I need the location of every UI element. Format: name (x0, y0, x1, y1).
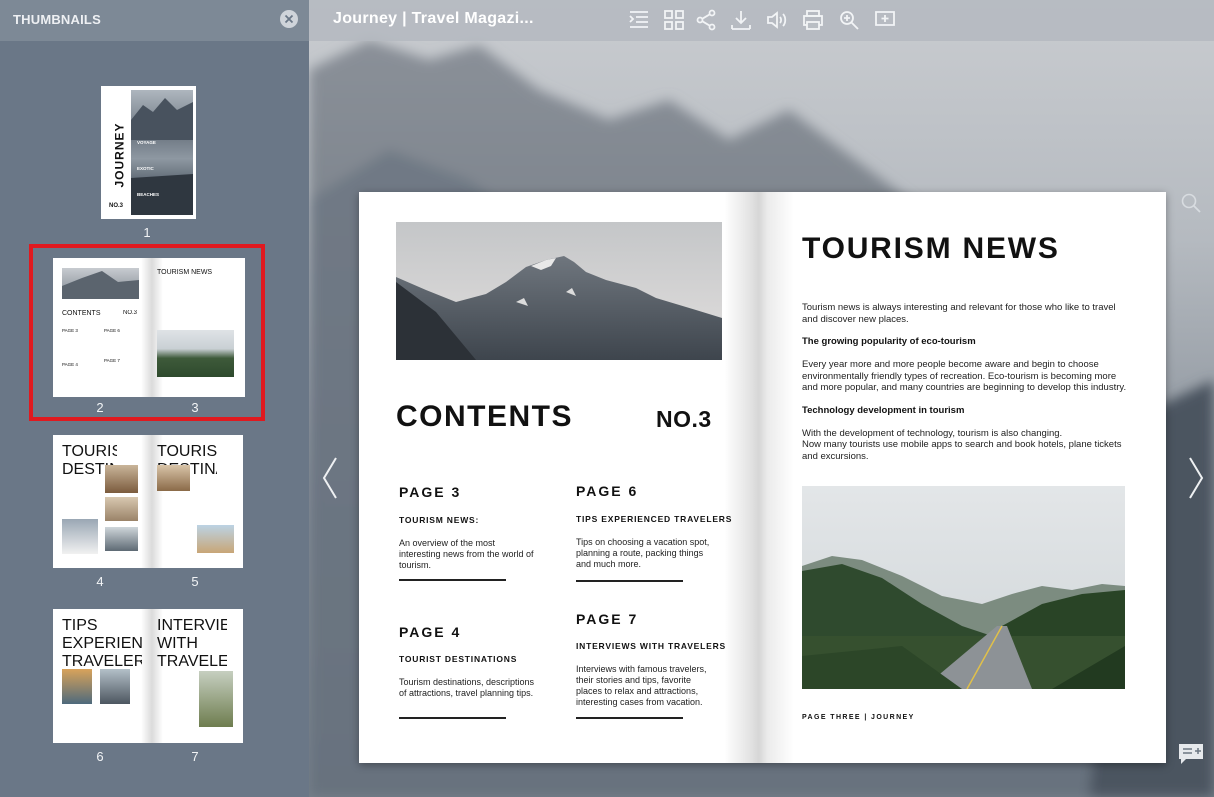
entry-heading: INTERVIEWS WITH TRAVELERS (576, 641, 727, 651)
thumb-photo (100, 669, 130, 704)
thumb-news-title: TOURISM NEWS (157, 269, 213, 276)
thumb-photo (62, 268, 139, 299)
thumbnail-label: 7 (191, 749, 199, 764)
thumbnail-label: 1 (143, 225, 151, 240)
sound-icon[interactable] (764, 7, 790, 33)
thumb-photo (157, 465, 190, 491)
close-icon[interactable] (280, 10, 298, 28)
entry-heading: TIPS EXPERIENCED TRAVELERS (576, 514, 733, 524)
section-heading: The growing popularity of eco-tourism (802, 336, 976, 347)
entry-description: Tips on choosing a vacation spot, planni… (576, 537, 710, 569)
contents-title: CONTENTS (396, 400, 573, 433)
share-icon[interactable] (693, 7, 719, 33)
magazine-spread: CONTENTS NO.3 PAGE 3 TOURISM NEWS: An ov… (359, 192, 1166, 763)
thumbnail-label: 5 (191, 574, 199, 589)
section-paragraph: Now many tourists use mobile apps to sea… (802, 439, 1122, 462)
entry-page-number: PAGE 3 (399, 484, 462, 500)
cover-section-label: EXOTIC (137, 166, 154, 171)
grid-icon[interactable] (661, 7, 687, 33)
thumb-heading: INTERVIEW WITH TRAVELERS (157, 617, 227, 670)
tourism-news-title: TOURISM NEWS (802, 232, 1060, 265)
thumb-photo (62, 669, 92, 704)
thumb-photo (197, 525, 234, 553)
cover-section-label: BEACHES (137, 192, 160, 197)
cover-photo: VOYAGE EXOTIC BEACHES (131, 90, 193, 215)
divider (399, 579, 506, 581)
thumb-photo (157, 330, 234, 377)
print-icon[interactable] (800, 7, 826, 33)
thumb-photo (105, 497, 138, 521)
table-of-contents-icon[interactable] (626, 7, 652, 33)
thumbnails-sidebar: THUMBNAILS JOURNEY NO.3 VOYAGE EXOTIC BE… (0, 0, 309, 797)
section-paragraph: Every year more and more people become a… (802, 359, 1127, 393)
thumb-photo (62, 519, 98, 554)
top-toolbar: Journey | Travel Magazi... (309, 0, 1214, 41)
document-title: Journey | Travel Magazi... (333, 10, 534, 27)
search-icon[interactable] (1180, 192, 1202, 219)
thumbnail-pages-6-7[interactable]: TIPS EXPERIENCED TRAVELERS INTERVIEW WIT… (53, 609, 243, 743)
thumb-no: NO.3 (123, 310, 138, 316)
entry-description: Interviews with famous travelers, their … (576, 664, 707, 707)
cover-no: NO.3 (109, 203, 124, 209)
page-footer: PAGE THREE | JOURNEY (802, 714, 915, 721)
previous-page-arrow-icon[interactable] (320, 456, 340, 500)
entry-heading: TOURIST DESTINATIONS (399, 654, 518, 664)
thumbnail-pages-2-3[interactable]: CONTENTS NO.3 PAGE 3 PAGE 6 PAGE 4 PAGE … (53, 258, 245, 397)
thumbnail-label: 6 (96, 749, 104, 764)
thumbnail-page-1[interactable]: JOURNEY NO.3 VOYAGE EXOTIC BEACHES (101, 86, 196, 219)
thumb-photo (105, 527, 138, 551)
entry-page-number: PAGE 4 (399, 624, 462, 640)
thumbnail-label: 2 (96, 400, 104, 415)
add-note-icon[interactable] (872, 7, 898, 33)
thumb-page-label: PAGE 6 (104, 328, 120, 333)
thumbnail-label: 3 (191, 400, 199, 415)
thumbnail-pages-4-5[interactable]: TOURIST DESTINATIONS TOURIST DESTINATION… (53, 435, 243, 568)
sidebar-title: THUMBNAILS (13, 12, 101, 27)
divider (399, 717, 506, 719)
thumb-page-label: PAGE 3 (62, 328, 78, 333)
thumb-photo (105, 465, 138, 493)
entry-description: Tourism destinations, descriptions of at… (399, 677, 535, 698)
highway-photo (802, 486, 1125, 689)
sidebar-header: THUMBNAILS (0, 0, 309, 41)
thumb-photo (199, 671, 233, 727)
thumb-page-label: PAGE 7 (104, 358, 120, 363)
section-paragraph: With the development of technology, tour… (802, 428, 1063, 439)
section-heading: Technology development in tourism (802, 405, 965, 416)
thumb-page-label: PAGE 4 (62, 362, 78, 367)
issue-number: NO.3 (656, 406, 712, 432)
download-icon[interactable] (728, 7, 754, 33)
next-page-arrow-icon[interactable] (1186, 456, 1206, 500)
thumb-heading: TIPS EXPERIENCED TRAVELERS (62, 617, 142, 670)
book-spine-shadow (724, 192, 794, 763)
notes-list-icon[interactable] (1178, 743, 1204, 770)
entry-page-number: PAGE 7 (576, 611, 639, 627)
divider (576, 580, 683, 582)
thumb-contents: CONTENTS (62, 310, 101, 317)
entry-page-number: PAGE 6 (576, 483, 639, 499)
cover-section-label: VOYAGE (137, 140, 156, 145)
zoom-icon[interactable] (836, 7, 862, 33)
entry-description: An overview of the most interesting news… (399, 538, 534, 570)
cover-title: JOURNEY (112, 122, 127, 188)
thumbnail-label: 4 (96, 574, 104, 589)
intro-paragraph: Tourism news is always interesting and r… (802, 302, 1116, 325)
mountain-photo (396, 222, 722, 360)
entry-heading: TOURISM NEWS: (399, 515, 480, 525)
divider (576, 717, 683, 719)
